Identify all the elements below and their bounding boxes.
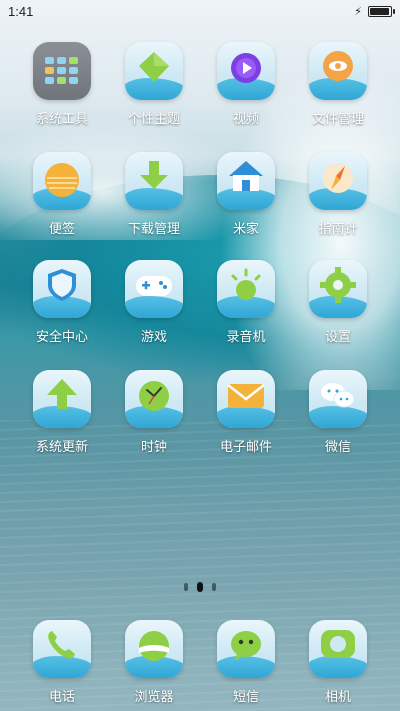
home-house-icon [217,152,275,210]
phone-icon [33,620,91,678]
camera-icon [309,620,367,678]
app-mi-home[interactable]: 米家 [200,152,292,252]
app-games[interactable]: 游戏 [108,260,200,360]
gear-icon [309,260,367,318]
app-settings[interactable]: 设置 [292,260,384,360]
status-indicators: ⚡ [354,5,395,18]
page-dot-active[interactable] [197,582,203,592]
app-clock[interactable]: 时钟 [108,370,200,470]
app-label: 浏览器 [134,689,174,704]
app-system-update[interactable]: 系统更新 [16,370,108,470]
app-security[interactable]: 安全中心 [16,260,108,360]
app-label: 视频 [232,111,259,126]
battery-icon [368,5,395,17]
shield-icon [33,260,91,318]
email-envelope-icon [217,370,275,428]
app-label: 微信 [324,439,351,454]
diamond-theme-icon [125,42,183,100]
app-recorder[interactable]: 录音机 [200,260,292,360]
app-notes[interactable]: 便签 [16,152,108,252]
charging-bolt-icon: ⚡ [354,5,362,18]
page-indicator[interactable] [0,582,400,592]
browser-icon [125,620,183,678]
dock-phone[interactable]: 电话 [16,620,108,711]
recorder-icon [217,260,275,318]
app-themes[interactable]: 个性主题 [108,42,200,142]
app-label: 游戏 [140,329,167,344]
app-label: 电子邮件 [219,439,272,454]
app-label: 相机 [324,689,351,704]
gamepad-icon [125,260,183,318]
battery-level-fill [370,7,389,15]
status-time: 1:41 [8,3,34,19]
compass-icon [309,152,367,210]
page-dot[interactable] [184,583,188,591]
app-label: 设置 [324,329,351,344]
dock-browser[interactable]: 浏览器 [108,620,200,711]
app-email[interactable]: 电子邮件 [200,370,292,470]
app-label: 系统更新 [35,439,88,454]
app-label: 录音机 [226,329,266,344]
wechat-icon [309,370,367,428]
update-arrow-icon [33,370,91,428]
app-file-manager[interactable]: 文件管理 [292,42,384,142]
app-label: 便签 [48,221,75,236]
messages-icon [217,620,275,678]
app-label: 时钟 [140,439,167,454]
app-label: 米家 [232,221,259,236]
dock-messages[interactable]: 短信 [200,620,292,711]
app-label: 下载管理 [127,221,180,236]
status-bar: 1:41 ⚡ [0,0,400,22]
app-label: 系统工具 [35,111,88,126]
notepad-sun-icon [33,152,91,210]
dock-camera[interactable]: 相机 [292,620,384,711]
app-label: 个性主题 [127,111,180,126]
app-label: 文件管理 [311,111,364,126]
home-screen: 1:41 ⚡ 系统工具 个性主题 视频 文件管理 便签 下载管理 米家 指南针 … [0,0,400,711]
folder-eye-icon [309,42,367,100]
folder-grid-icon [33,42,91,100]
app-downloads[interactable]: 下载管理 [108,152,200,252]
page-dot[interactable] [212,583,216,591]
app-compass[interactable]: 指南针 [292,152,384,252]
app-wechat[interactable]: 微信 [292,370,384,470]
app-system-tools[interactable]: 系统工具 [16,42,108,142]
app-label: 电话 [48,689,75,704]
download-arrow-icon [125,152,183,210]
app-label: 短信 [232,689,259,704]
clock-icon [125,370,183,428]
play-video-icon [217,42,275,100]
app-label: 指南针 [318,221,358,236]
app-label: 安全中心 [35,329,88,344]
app-video[interactable]: 视频 [200,42,292,142]
